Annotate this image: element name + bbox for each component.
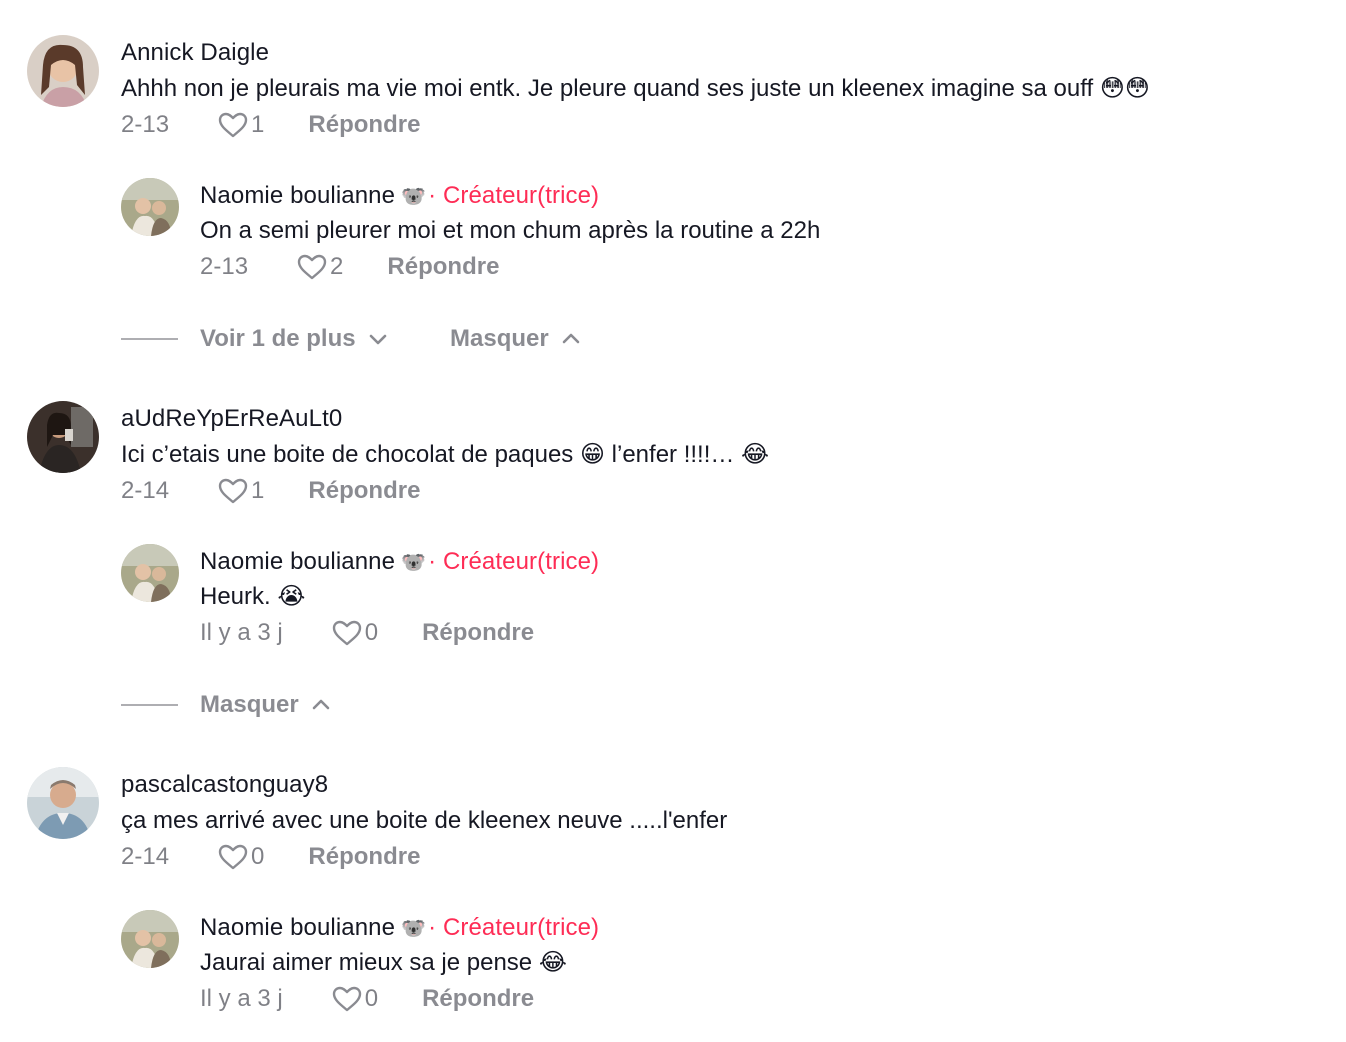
view-more-label: Voir 1 de plus [200, 325, 356, 352]
thread-divider [121, 704, 178, 706]
like-count: 1 [251, 111, 265, 138]
reply-date: 2-13 [200, 253, 249, 280]
reply-button[interactable]: Répondre [387, 252, 499, 282]
koala-emoji: 🐨 [401, 918, 427, 940]
reply-text: On a semi pleurer moi et mon chum après … [200, 217, 821, 244]
comment-meta: 2-14 0 Répondre [121, 842, 420, 872]
reply-button[interactable]: Répondre [422, 618, 534, 648]
thread-divider [121, 338, 178, 340]
avatar[interactable] [27, 35, 99, 107]
heart-outline-icon [218, 478, 248, 504]
view-more-button[interactable]: Voir 1 de plus [200, 324, 388, 354]
reply-text: Jaurai aimer mieux sa je pense 😂 [200, 949, 567, 976]
creator-avatar[interactable] [121, 544, 179, 602]
reply-author-line: Naomie boulianne 🐨· Créateur(trice) [200, 547, 599, 578]
comment-meta: 2-14 1 Répondre [121, 476, 420, 506]
reply-text: Heurk. 😭 [200, 583, 306, 610]
heart-outline-icon [332, 986, 361, 1012]
reply-meta: Il y a 3 j 0 Répondre [200, 618, 534, 648]
like-button[interactable]: 0 [331, 618, 378, 648]
like-button[interactable]: 1 [217, 110, 264, 140]
chevron-up-icon [312, 699, 330, 710]
reply-button[interactable]: Répondre [308, 476, 420, 506]
avatar[interactable] [27, 401, 99, 473]
reply-author[interactable]: Naomie boulianne [200, 182, 395, 209]
reply-author-line: Naomie boulianne 🐨· Créateur(trice) [200, 181, 599, 212]
reply-author[interactable]: Naomie boulianne [200, 914, 395, 941]
like-count: 0 [364, 985, 379, 1012]
reply-meta: 2-13 2 Répondre [200, 252, 499, 282]
heart-outline-icon [218, 112, 248, 138]
chevron-up-icon [562, 333, 580, 344]
reply-date: Il y a 3 j [200, 985, 283, 1012]
comment-author[interactable]: aUdReYpErReAuLt0 [121, 404, 342, 434]
like-button[interactable]: 0 [217, 842, 264, 872]
hide-replies-button[interactable]: Masquer [200, 690, 331, 720]
creator-avatar[interactable] [121, 910, 179, 968]
creator-avatar[interactable] [121, 178, 179, 236]
comment-text: Ahhh non je pleurais ma vie moi entk. Je… [121, 75, 1150, 102]
comment-date: 2-14 [121, 477, 170, 504]
reply-button[interactable]: Répondre [308, 842, 420, 872]
reply-author-line: Naomie boulianne 🐨· Créateur(trice) [200, 913, 599, 944]
hide-replies-button[interactable]: Masquer [450, 324, 581, 354]
comment-meta: 2-13 1 Répondre [121, 110, 420, 140]
reply-date: Il y a 3 j [200, 619, 283, 646]
creator-badge: · Créateur(trice) [428, 182, 600, 209]
comment-author[interactable]: pascalcastonguay8 [121, 770, 328, 800]
heart-outline-icon [218, 844, 248, 870]
reply-button[interactable]: Répondre [308, 110, 420, 140]
reply-button[interactable]: Répondre [422, 984, 534, 1014]
comment-date: 2-14 [121, 843, 170, 870]
comment-text: Ici c’etais une boite de chocolat de paq… [121, 441, 770, 468]
comment-author[interactable]: Annick Daigle [121, 38, 269, 68]
chevron-down-icon [369, 334, 386, 345]
comment-date: 2-13 [121, 111, 170, 138]
avatar[interactable] [27, 767, 99, 839]
hide-label: Masquer [450, 325, 549, 352]
heart-outline-icon [332, 620, 361, 646]
reply-author[interactable]: Naomie boulianne [200, 548, 395, 575]
like-button[interactable]: 0 [331, 984, 378, 1014]
like-button[interactable]: 2 [296, 252, 343, 282]
like-count: 1 [251, 477, 265, 504]
comment-text: ça mes arrivé avec une boite de kleenex … [121, 807, 728, 834]
like-count: 2 [330, 253, 344, 280]
heart-outline-icon [297, 254, 327, 280]
like-button[interactable]: 1 [217, 476, 264, 506]
creator-badge: · Créateur(trice) [428, 914, 600, 941]
like-count: 0 [364, 619, 379, 646]
like-count: 0 [251, 843, 265, 870]
creator-badge: · Créateur(trice) [428, 548, 600, 575]
koala-emoji: 🐨 [401, 186, 427, 208]
reply-meta: Il y a 3 j 0 Répondre [200, 984, 534, 1014]
koala-emoji: 🐨 [401, 552, 427, 574]
hide-label: Masquer [200, 691, 299, 718]
